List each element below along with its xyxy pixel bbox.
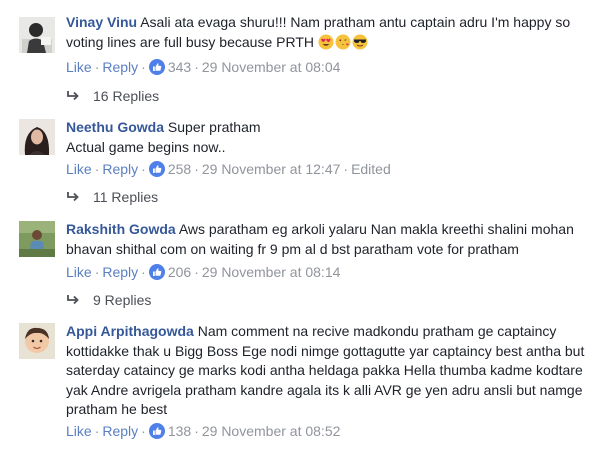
replies-count[interactable]: 16 Replies (93, 88, 159, 104)
reply-arrow-icon (66, 292, 80, 305)
comment-author[interactable]: Vinay Vinu (66, 14, 137, 30)
thumbs-up-icon[interactable] (148, 264, 165, 280)
sunglasses-emoji (352, 34, 368, 50)
reply-button[interactable]: Reply (102, 423, 138, 439)
like-count[interactable]: 343 (168, 59, 191, 75)
comment-body: Neethu Gowda Super pratham Actual game b… (66, 118, 586, 157)
reply-button[interactable]: Reply (102, 264, 138, 280)
comment-actions: Like · Reply · 343 · 29 November at 08:04 (66, 59, 341, 75)
avatar[interactable] (19, 17, 55, 53)
avatar[interactable] (19, 119, 55, 155)
comment-timestamp[interactable]: 29 November at 08:52 (202, 423, 341, 439)
kissing-heart-emoji (335, 34, 351, 50)
comment-actions: Like · Reply · 258 · 29 November at 12:47 · Edit… (66, 161, 391, 177)
like-count[interactable]: 206 (168, 264, 191, 280)
reply-button[interactable]: Reply (102, 161, 138, 177)
reply-arrow-icon (66, 88, 80, 101)
comment-timestamp[interactable]: 29 November at 08:04 (202, 59, 341, 75)
replies-count[interactable]: 11 Replies (93, 189, 158, 205)
avatar[interactable] (19, 323, 55, 359)
like-button[interactable]: Like (66, 264, 92, 280)
view-replies-link[interactable]: 16 Replies (66, 87, 159, 105)
view-replies-link[interactable]: 9 Replies (66, 291, 151, 309)
like-button[interactable]: Like (66, 59, 92, 75)
reply-button[interactable]: Reply (102, 59, 138, 75)
comment-actions: Like · Reply · 206 · 29 November at 08:14 (66, 264, 341, 280)
replies-count[interactable]: 9 Replies (93, 292, 151, 308)
comment-text-line-2: Actual game begins now.. (66, 138, 226, 155)
reply-arrow-icon (66, 189, 80, 202)
comment-author[interactable]: Rakshith Gowda (66, 221, 176, 237)
like-button[interactable]: Like (66, 161, 92, 177)
comment-timestamp[interactable]: 29 November at 08:14 (202, 264, 341, 280)
comment-author[interactable]: Neethu Gowda (66, 119, 164, 135)
comment-text: Super pratham (167, 119, 261, 135)
comment-body: Vinay Vinu Asali ata evaga shuru!!! Nam … (66, 13, 586, 52)
thumbs-up-icon[interactable] (148, 59, 165, 75)
like-button[interactable]: Like (66, 423, 92, 439)
thumbs-up-icon[interactable] (148, 161, 165, 177)
heart-eyes-emoji (318, 34, 334, 50)
thumbs-up-icon[interactable] (148, 423, 165, 439)
avatar[interactable] (19, 221, 55, 257)
like-count[interactable]: 138 (168, 423, 191, 439)
comment-body: Rakshith Gowda Aws paratham eg arkoli ya… (66, 220, 586, 259)
comment-body: Appi Arpithagowda Nam comment na recive … (66, 322, 586, 420)
comment-list: Vinay Vinu Asali ata evaga shuru!!! Nam … (0, 0, 600, 450)
edited-label[interactable]: Edited (351, 161, 391, 177)
view-replies-link[interactable]: 11 Replies (66, 188, 158, 206)
comment-author[interactable]: Appi Arpithagowda (66, 323, 194, 339)
comment-timestamp[interactable]: 29 November at 12:47 (202, 161, 341, 177)
comment-actions: Like · Reply · 138 · 29 November at 08:52 (66, 423, 341, 439)
like-count[interactable]: 258 (168, 161, 191, 177)
